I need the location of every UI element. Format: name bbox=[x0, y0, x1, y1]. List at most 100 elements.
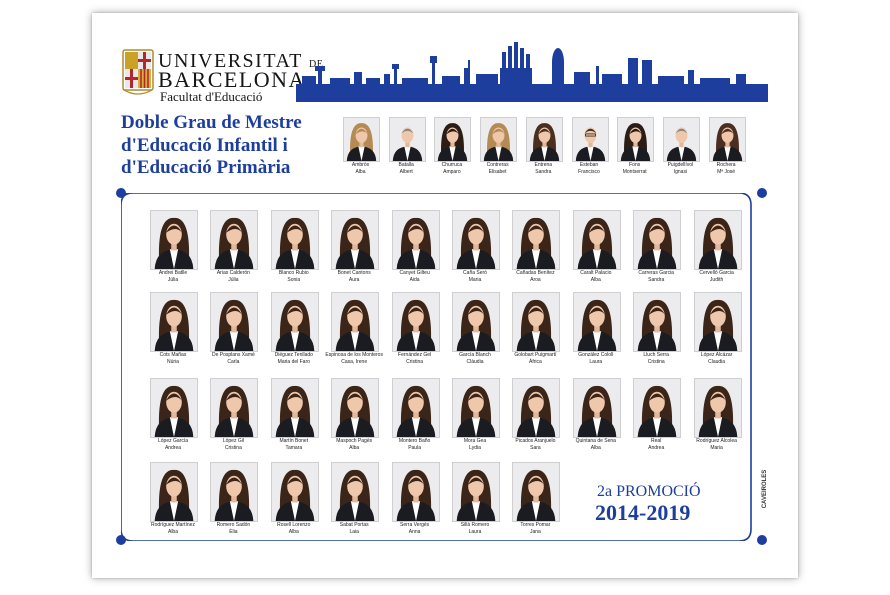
student-caption: Andrei Batlle Júlia bbox=[142, 270, 204, 283]
student-caption: Canyet Gilteu Aida bbox=[384, 270, 446, 283]
faculty-member-given-name: Mª José bbox=[717, 168, 736, 175]
student-photo bbox=[270, 378, 319, 438]
student-caption: Caña Seró Maria bbox=[444, 270, 506, 283]
student-given-name: Anna bbox=[408, 528, 421, 535]
student-photo bbox=[452, 292, 500, 352]
degree-title-line2: d'Educació Infantil i bbox=[121, 134, 288, 156]
student-caption: Bonet Cantons Aura bbox=[323, 270, 385, 283]
faculty-member-given-name: Albert bbox=[399, 168, 413, 175]
studio-logo: CAVEIROLES bbox=[762, 469, 768, 509]
student-caption: Cervelló Garcia Judith bbox=[686, 270, 748, 283]
student-given-name: Èlia bbox=[229, 528, 238, 535]
student-given-name: Laura bbox=[589, 358, 603, 365]
student-photo bbox=[270, 292, 319, 352]
university-shield-logo bbox=[122, 49, 154, 95]
barcelona-skyline-banner bbox=[296, 42, 768, 102]
student-given-name: Aura bbox=[348, 276, 360, 283]
faculty-member-caption: Ambròs Alba bbox=[335, 162, 386, 175]
student-photo bbox=[693, 378, 742, 438]
student-photo bbox=[210, 210, 259, 270]
faculty-member-photo bbox=[388, 117, 426, 162]
student-photo bbox=[452, 462, 500, 522]
student-given-name: Clàudia bbox=[466, 358, 484, 365]
faculty-member-caption: Esteban Francisco bbox=[564, 162, 615, 175]
student-caption: De Posplans Xamé Carla bbox=[202, 352, 264, 365]
student-photo bbox=[512, 462, 561, 522]
faculty-member-caption: Entrena Sandra bbox=[518, 162, 569, 175]
student-given-name: Maria bbox=[710, 444, 723, 451]
student-given-name: Alba bbox=[167, 528, 178, 535]
student-given-name: Andrea bbox=[164, 444, 182, 451]
student-caption: Cañadas Benítez Aroa bbox=[504, 270, 566, 283]
faculty-member-caption: Rochera Mª José bbox=[701, 162, 752, 175]
faculty-member-given-name: Amparo bbox=[443, 168, 461, 175]
student-photo bbox=[331, 210, 380, 270]
student-given-name: Claudia bbox=[708, 358, 726, 365]
student-caption: Rodríguez Martínez Alba bbox=[142, 522, 204, 535]
faculty-member-caption: Fons Montserrat bbox=[609, 162, 660, 175]
student-caption: Sillà Romero Laura bbox=[444, 522, 506, 535]
faculty-member-given-name: Alba bbox=[355, 168, 366, 175]
student-photo bbox=[391, 210, 440, 270]
frame-corner-dot-bottom-right bbox=[757, 535, 767, 545]
promotion-label: 2a PROMOCIÓ bbox=[597, 483, 701, 500]
student-photo bbox=[633, 378, 682, 438]
student-photo bbox=[391, 292, 440, 352]
student-given-name: Alba bbox=[590, 276, 601, 283]
student-photo bbox=[150, 378, 198, 438]
student-given-name: Sonia bbox=[287, 276, 301, 283]
degree-title-line3: d'Educació Primària bbox=[121, 157, 291, 178]
student-given-name: Sara bbox=[530, 444, 541, 451]
faculty-member-given-name: Ignasi bbox=[673, 168, 688, 175]
student-caption: López Gil Cristina bbox=[202, 438, 264, 451]
student-given-name: Lydia bbox=[469, 444, 481, 451]
student-photo bbox=[270, 210, 319, 270]
student-photo bbox=[331, 378, 380, 438]
student-caption: López Alcázar Claudia bbox=[686, 352, 748, 365]
student-caption: García Blanch Clàudia bbox=[444, 352, 506, 365]
frame-corner-dot-top-left bbox=[116, 188, 126, 198]
student-caption: Lluch Serra Cristina bbox=[625, 352, 687, 365]
student-given-name: Andrea bbox=[648, 444, 665, 451]
student-photo bbox=[452, 210, 500, 270]
student-caption: Serra Vergés Anna bbox=[384, 522, 446, 535]
student-surname: Rodríguez Martínez bbox=[151, 522, 195, 528]
student-photo bbox=[210, 462, 259, 522]
student-caption: Arias Calderón Júlia bbox=[202, 270, 264, 283]
student-caption: Maspoch Pagès Alba bbox=[323, 438, 385, 451]
student-given-name: Aroa bbox=[530, 276, 541, 283]
student-caption: Romero Sadón Èlia bbox=[202, 522, 264, 535]
student-caption: Martín Bonet Tamara bbox=[263, 438, 325, 451]
student-given-name: Cristina bbox=[224, 444, 242, 451]
faculty-member-photo bbox=[617, 117, 655, 162]
faculty-member-photo bbox=[571, 117, 609, 162]
degree-title-line1: Doble Grau de Mestre bbox=[121, 112, 302, 133]
student-given-name: Paula bbox=[408, 444, 421, 451]
frame-corner-dot-top-right bbox=[757, 188, 767, 198]
student-given-name: Judith bbox=[709, 276, 724, 283]
student-caption: Real Andrea bbox=[625, 438, 687, 451]
promotion-years: 2014-2019 bbox=[595, 500, 691, 525]
student-photo bbox=[150, 462, 198, 522]
faculty-member-caption: Batalla Albert bbox=[381, 162, 432, 175]
student-given-name: Aida bbox=[409, 276, 420, 283]
student-given-name: Alba bbox=[590, 444, 601, 451]
faculty-member-photo bbox=[525, 117, 563, 162]
student-given-name: Alba bbox=[288, 528, 299, 535]
student-caption: Mora Gea Lydia bbox=[444, 438, 506, 451]
faculty-member-photo bbox=[480, 117, 518, 162]
student-given-name: Núria bbox=[167, 358, 179, 365]
faculty-member-given-name: Montserrat bbox=[622, 168, 647, 175]
student-photo bbox=[331, 462, 380, 522]
student-photo bbox=[512, 292, 561, 352]
student-photo bbox=[150, 210, 198, 270]
student-caption: Blanco Rubio Sonia bbox=[263, 270, 325, 283]
faculty-member-given-name: Elisabet bbox=[488, 168, 507, 175]
student-photo bbox=[512, 210, 561, 270]
student-photo bbox=[633, 210, 682, 270]
student-caption: González Cololl Laura bbox=[565, 352, 627, 365]
degree-title: Doble Grau de Mestre d'Educació Infantil… bbox=[121, 112, 341, 180]
student-given-name: Àfrica bbox=[529, 358, 542, 365]
student-caption: Quintana de Sena Alba bbox=[565, 438, 627, 451]
student-caption: Diéguez Tenllado Maria del Faro bbox=[263, 352, 325, 365]
